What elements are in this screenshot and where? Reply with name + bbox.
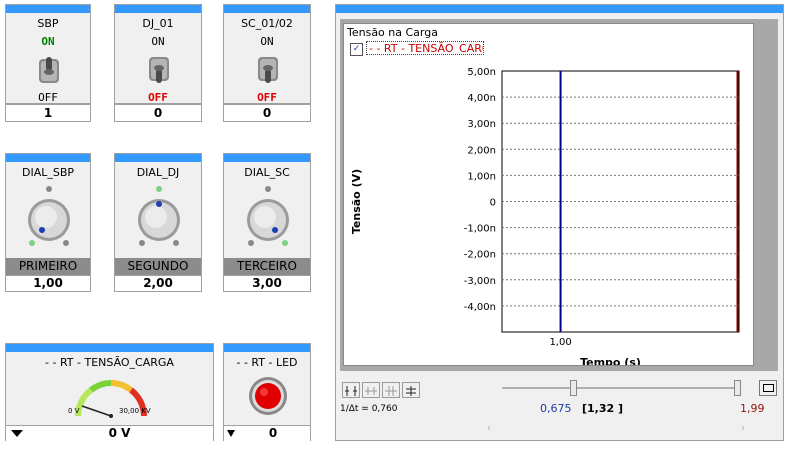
x-axis-label: Tempo (s): [580, 356, 641, 365]
time-slider-track[interactable]: [502, 387, 736, 389]
scroll-right-icon[interactable]: ›: [741, 423, 745, 434]
switch-value: 1: [5, 104, 91, 122]
widget-header-bar: [224, 344, 310, 352]
toggle-switch[interactable]: [37, 53, 61, 87]
y-tick-label: 3,00n: [467, 119, 496, 130]
dial-title: DIAL_SC: [244, 166, 290, 179]
gauge-value-row: 0 V: [6, 425, 213, 441]
dropdown-arrow-icon[interactable]: [227, 430, 235, 437]
widget-header-bar: [6, 5, 90, 13]
cursor-mode-button-2[interactable]: [362, 382, 380, 398]
chart-panel: Tensão na Carga ✓ - - RT - TENSÃO_CARGA …: [335, 4, 784, 441]
toggle-switch[interactable]: [256, 53, 280, 87]
y-tick-label: 1,00n: [467, 171, 496, 182]
y-tick-label: 4,00n: [467, 93, 496, 104]
y-tick-label: 5,00n: [467, 67, 496, 78]
rotary-dial[interactable]: [245, 184, 291, 250]
voltage-gauge: [75, 380, 147, 418]
dial-title: DIAL_SBP: [21, 166, 75, 179]
switch-widget-sbp: SBP ON OFF: [5, 4, 91, 104]
dial-title: DIAL_DJ: [136, 166, 180, 179]
dial-value: 2,00: [114, 275, 202, 292]
led-widget: - - RT - LED 0: [223, 343, 311, 441]
rotary-dial[interactable]: [26, 184, 72, 250]
widget-header-bar: [6, 154, 90, 162]
scroll-left-icon[interactable]: ‹: [487, 423, 491, 434]
dial-label: SEGUNDO: [115, 258, 201, 275]
led-indicator: [249, 377, 287, 415]
gauge-min-label: 0 V: [68, 407, 80, 415]
window-icon: [762, 384, 774, 392]
chart-header-bar: [336, 5, 783, 13]
dial-label: PRIMEIRO: [6, 258, 90, 275]
cursor-left-value: 0,675: [540, 402, 572, 415]
chart-frame: Tensão na Carga ✓ - - RT - TENSÃO_CARGA …: [340, 19, 778, 371]
switch-off-label: OFF: [148, 91, 168, 104]
y-tick-label: -1,00n: [464, 224, 496, 235]
switch-off-label: OFF: [257, 91, 277, 104]
dial-widget-sc: DIAL_SC TERCEIRO: [223, 153, 311, 275]
y-tick-label: -4,00n: [464, 302, 496, 313]
delta-readout: 1/Δt = 0,760: [340, 404, 398, 414]
gauge-title: - - RT - TENSÃO_CARGA: [45, 356, 174, 369]
dial-label: TERCEIRO: [224, 258, 310, 275]
slider-thumb-right[interactable]: [734, 380, 741, 396]
slider-thumb-left[interactable]: [570, 380, 577, 396]
widget-header-bar: [6, 344, 213, 352]
dropdown-arrow-icon[interactable]: [11, 430, 23, 437]
dial-widget-dj: DIAL_DJ SEGUNDO: [114, 153, 202, 275]
gauge-value: 0 V: [108, 426, 131, 440]
cursor-mode-button-4[interactable]: [402, 382, 420, 398]
plot-svg: 5,00n 4,00n 3,00n 2,00n 1,00n 0 -1,00n -2,00n -3…: [350, 67, 740, 365]
gauge-widget: - - RT - TENSÃO_CARGA 0 V 30,00 KV 0 V: [5, 343, 214, 441]
switch-off-label: OFF: [38, 91, 58, 104]
y-axis-label: Tensão (V): [350, 169, 363, 234]
widget-header-bar: [224, 5, 310, 13]
gauge-max-label: 30,00 KV: [119, 407, 151, 415]
switch-value: 0: [223, 104, 311, 122]
cursor-right-value: 1,99: [740, 402, 765, 415]
led-value-row: 0: [224, 425, 310, 441]
cursor-mode-button-1[interactable]: [342, 382, 360, 398]
y-tick-label: 2,00n: [467, 145, 496, 156]
switch-value: 0: [114, 104, 202, 122]
switch-title: SC_01/02: [241, 17, 293, 30]
y-tick-label: -3,00n: [464, 276, 496, 287]
rotary-dial[interactable]: [136, 184, 182, 250]
switch-widget-dj01: DJ_01 ON OFF: [114, 4, 202, 104]
widget-header-bar: [115, 154, 201, 162]
switch-title: SBP: [37, 17, 59, 30]
dial-value: 1,00: [5, 275, 91, 292]
y-tick-label: -2,00n: [464, 250, 496, 261]
dial-widget-sbp: DIAL_SBP PRIMEIRO: [5, 153, 91, 275]
x-tick-label: 1,00: [549, 337, 571, 348]
switch-on-label: ON: [260, 35, 274, 48]
cursor-mid-value: [1,32 ]: [582, 402, 624, 415]
expand-button[interactable]: [759, 380, 777, 396]
widget-header-bar: [224, 154, 310, 162]
cursor-mode-button-3[interactable]: [382, 382, 400, 398]
led-value: 0: [268, 426, 278, 440]
widget-header-bar: [115, 5, 201, 13]
switch-widget-sc0102: SC_01/02 ON OFF: [223, 4, 311, 104]
dial-value: 3,00: [223, 275, 311, 292]
switch-title: DJ_01: [142, 17, 174, 30]
toggle-switch[interactable]: [147, 53, 171, 87]
y-tick-label: 0: [490, 198, 496, 209]
switch-on-label: ON: [151, 35, 165, 48]
switch-on-label: ON: [41, 35, 55, 48]
led-title: - - RT - LED: [236, 356, 298, 369]
chart-area: Tensão na Carga ✓ - - RT - TENSÃO_CARGA …: [343, 23, 754, 366]
